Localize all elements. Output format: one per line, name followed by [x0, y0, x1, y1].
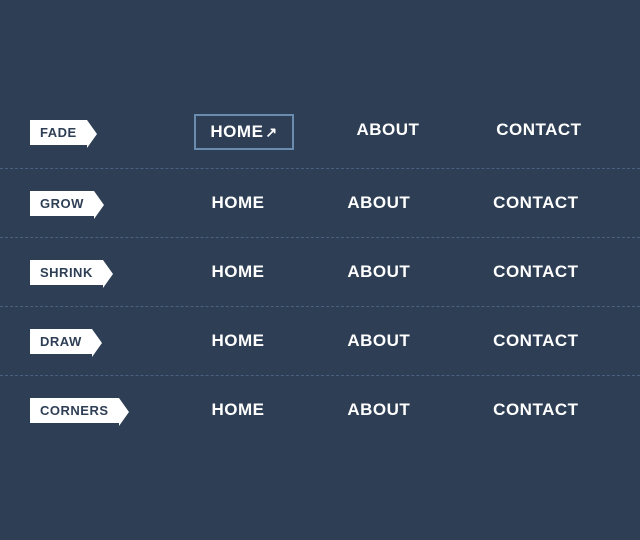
nav-item-fade-about[interactable]: ABOUT: [342, 114, 433, 150]
nav-item-grow-home[interactable]: HOME: [197, 187, 278, 219]
nav-items-shrink: HOME ABOUT CONTACT: [170, 256, 640, 288]
nav-item-corners-home[interactable]: HOME: [197, 394, 278, 426]
nav-label-fade[interactable]: FADE: [30, 120, 87, 145]
nav-item-grow-about[interactable]: ABOUT: [333, 187, 424, 219]
nav-item-corners-contact[interactable]: CONTACT: [479, 394, 592, 426]
nav-label-corners[interactable]: CORNERS: [30, 398, 119, 423]
label-col-draw: DRAW: [0, 329, 170, 354]
nav-row-grow: GROW HOME ABOUT CONTACT: [0, 169, 640, 238]
nav-items-corners: HOME ABOUT CONTACT: [170, 394, 640, 426]
nav-item-shrink-contact[interactable]: CONTACT: [479, 256, 592, 288]
nav-label-shrink[interactable]: SHRINK: [30, 260, 103, 285]
nav-item-draw-contact[interactable]: CONTACT: [479, 325, 592, 357]
label-col-fade: FADE: [0, 120, 170, 145]
nav-item-fade-home[interactable]: HOME↗: [194, 114, 293, 150]
nav-row-corners: CORNERS HOME ABOUT CONTACT: [0, 376, 640, 444]
cursor-indicator: ↗: [265, 124, 277, 141]
nav-row-shrink: SHRINK HOME ABOUT CONTACT: [0, 238, 640, 307]
label-col-corners: CORNERS: [0, 398, 170, 423]
label-col-grow: GROW: [0, 191, 170, 216]
nav-label-draw[interactable]: DRAW: [30, 329, 92, 354]
nav-item-corners-about[interactable]: ABOUT: [333, 394, 424, 426]
nav-row-draw: DRAW HOME ABOUT CONTACT: [0, 307, 640, 376]
nav-items-draw: HOME ABOUT CONTACT: [170, 325, 640, 357]
nav-items-fade: HOME↗ ABOUT CONTACT: [170, 114, 640, 150]
label-col-shrink: SHRINK: [0, 260, 170, 285]
nav-item-draw-home[interactable]: HOME: [197, 325, 278, 357]
nav-label-grow[interactable]: GROW: [30, 191, 94, 216]
nav-row-fade: FADE HOME↗ ABOUT CONTACT: [0, 96, 640, 169]
nav-item-fade-contact[interactable]: CONTACT: [482, 114, 595, 150]
nav-item-shrink-home[interactable]: HOME: [197, 256, 278, 288]
nav-item-grow-contact[interactable]: CONTACT: [479, 187, 592, 219]
nav-item-draw-about[interactable]: ABOUT: [333, 325, 424, 357]
nav-items-grow: HOME ABOUT CONTACT: [170, 187, 640, 219]
nav-item-shrink-about[interactable]: ABOUT: [333, 256, 424, 288]
